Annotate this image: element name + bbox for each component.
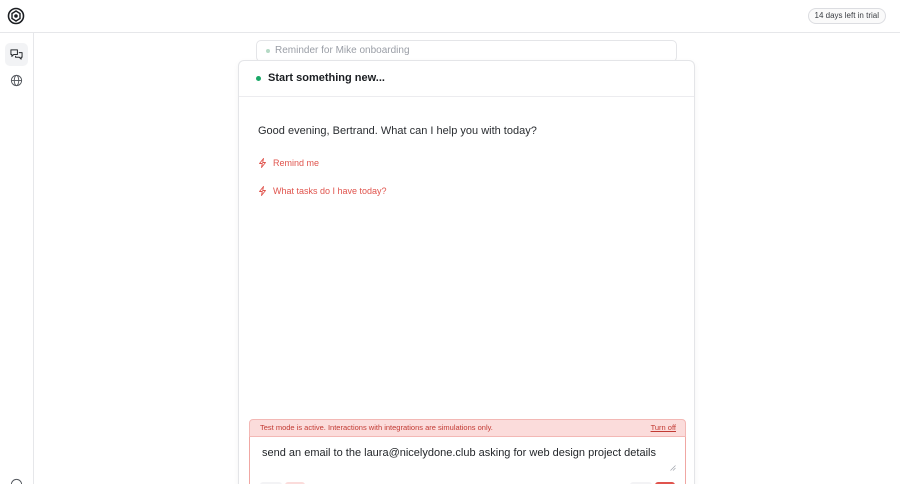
suggestion-label: Remind me xyxy=(273,158,320,168)
resize-handle-icon[interactable] xyxy=(670,465,676,471)
chat-bubbles-icon xyxy=(10,49,23,60)
help-icon xyxy=(10,478,23,484)
suggestion-remind-me[interactable]: Remind me xyxy=(258,156,319,170)
recent-chat-label: Reminder for Mike onboarding xyxy=(275,45,410,56)
assistant-greeting: Good evening, Bertrand. What can I help … xyxy=(258,125,537,137)
globe-icon xyxy=(10,74,23,87)
top-bar: 14 days left in trial xyxy=(0,0,900,33)
recent-chat-item[interactable]: Reminder for Mike onboarding xyxy=(256,40,677,62)
trial-badge[interactable]: 14 days left in trial xyxy=(807,8,886,24)
sidebar-item-web[interactable] xyxy=(5,69,28,92)
message-composer xyxy=(249,437,686,484)
test-mode-message: Test mode is active. Interactions with i… xyxy=(260,423,493,432)
lightning-icon xyxy=(259,158,266,168)
chat-card: Start something new... Good evening, Ber… xyxy=(238,60,695,484)
suggestion-label: What tasks do I have today? xyxy=(273,186,387,196)
sidebar-item-chats[interactable] xyxy=(5,43,28,66)
chat-title: Start something new... xyxy=(268,72,385,84)
message-input[interactable] xyxy=(262,447,672,459)
sidebar-item-help[interactable] xyxy=(5,473,28,484)
lightning-icon xyxy=(259,186,266,196)
test-mode-banner: Test mode is active. Interactions with i… xyxy=(249,419,686,437)
app-logo-icon[interactable] xyxy=(7,7,25,25)
suggestion-tasks-today[interactable]: What tasks do I have today? xyxy=(258,184,387,198)
chat-header: Start something new... xyxy=(239,61,694,97)
sidebar xyxy=(0,33,34,484)
recent-status-dot xyxy=(266,49,270,53)
status-dot xyxy=(256,76,261,81)
turn-off-test-mode-link[interactable]: Turn off xyxy=(651,420,676,436)
